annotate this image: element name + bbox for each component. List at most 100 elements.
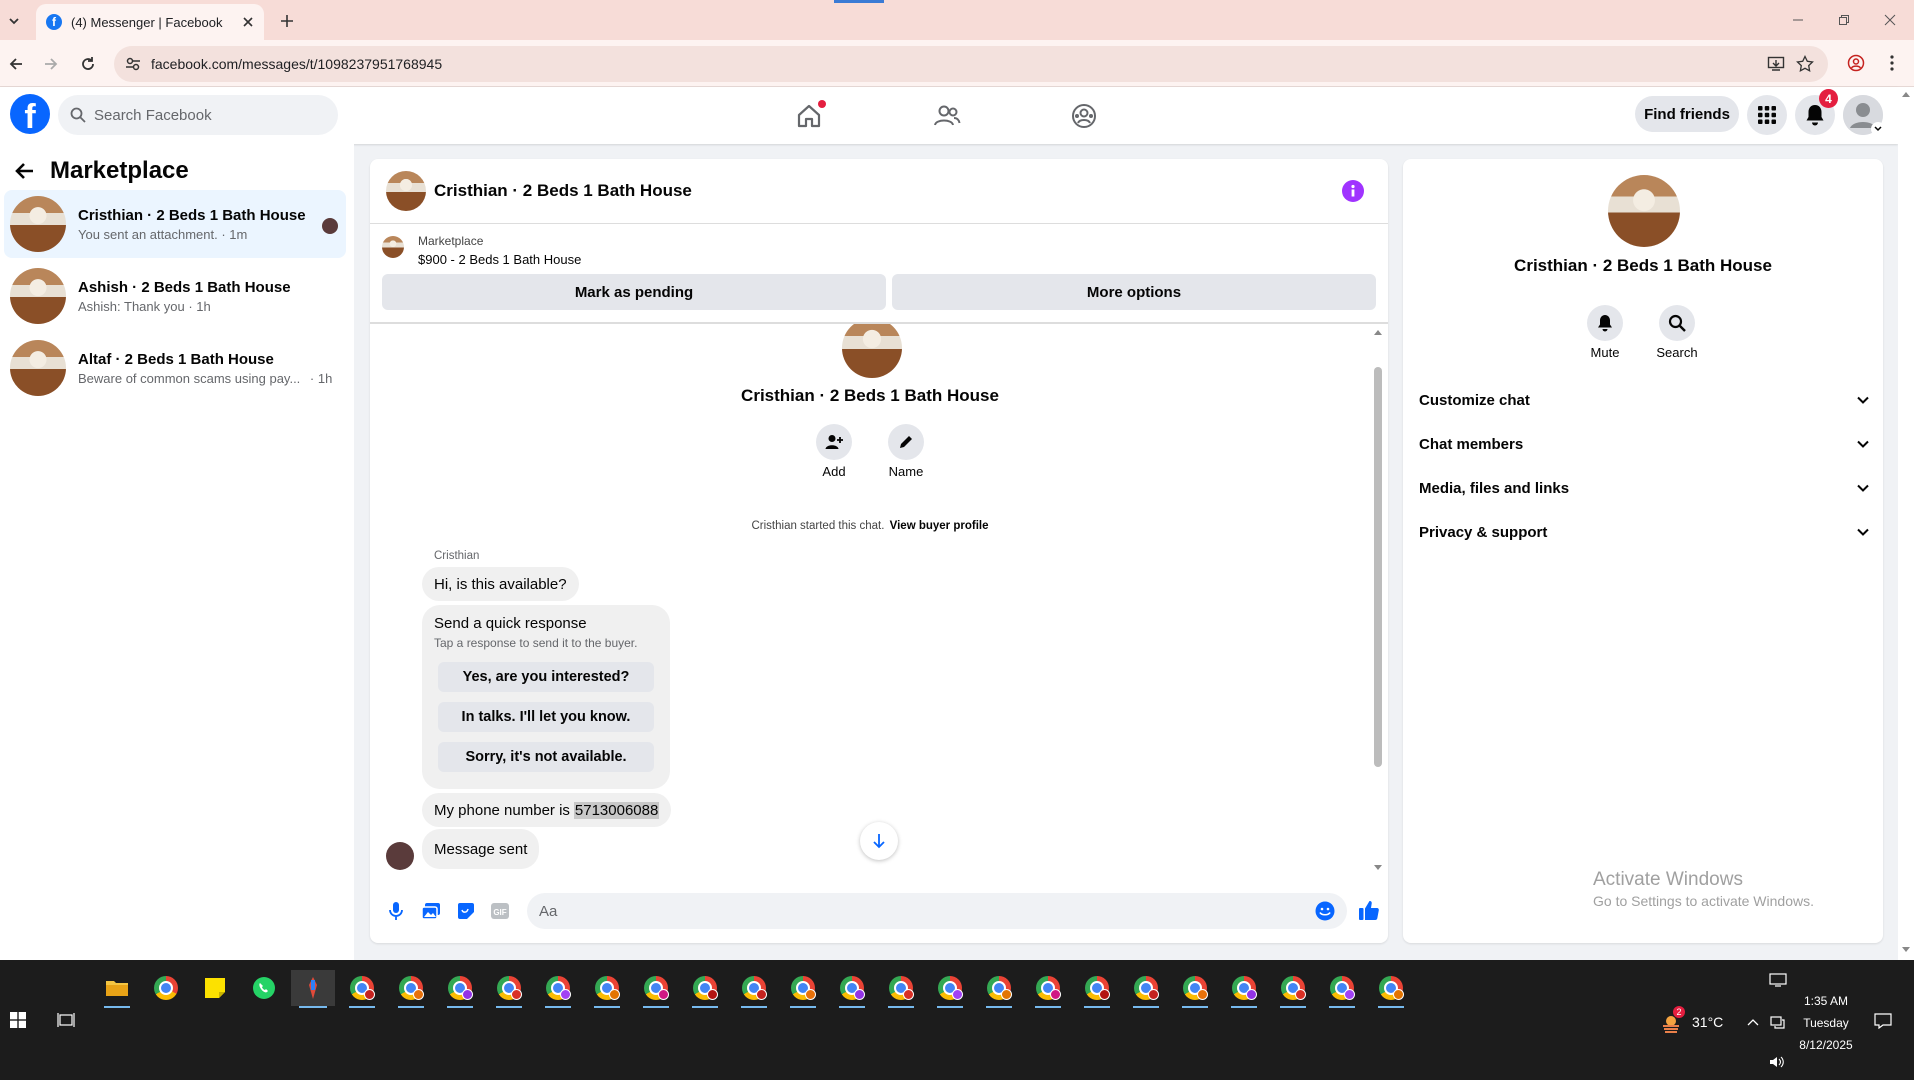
gif-button[interactable]: GIF — [486, 897, 514, 925]
restore-window-button[interactable] — [1832, 8, 1856, 32]
scrollbar-thumb[interactable] — [1374, 367, 1382, 767]
scroll-down-icon[interactable] — [1374, 865, 1382, 871]
send-like-button[interactable] — [1354, 895, 1384, 925]
chrome-profile-window[interactable] — [688, 970, 722, 1008]
chrome-profile-window[interactable] — [835, 970, 869, 1008]
profile-button[interactable] — [1844, 51, 1868, 75]
groups-nav-button[interactable] — [1064, 96, 1104, 136]
message-bubble[interactable]: Hi, is this available? — [422, 567, 579, 601]
more-options-button[interactable]: More options — [892, 274, 1376, 310]
file-explorer-app[interactable] — [100, 970, 134, 1008]
browser-menu-button[interactable] — [1880, 51, 1904, 75]
bookmark-star-icon[interactable] — [1796, 55, 1814, 73]
conversation-info-button[interactable] — [1342, 180, 1364, 202]
message-bubble[interactable]: Message sent — [422, 829, 540, 869]
sticker-button[interactable] — [452, 897, 480, 925]
view-buyer-profile-link[interactable]: View buyer profile — [890, 520, 989, 532]
whatsapp-app[interactable] — [247, 970, 281, 1006]
reload-button[interactable] — [76, 52, 100, 76]
chrome-profile-window[interactable] — [1129, 970, 1163, 1008]
clock[interactable]: 1:35 AM Tuesday 8/12/2025 — [1796, 990, 1856, 1056]
chrome-profile-window[interactable] — [590, 970, 624, 1008]
mark-as-pending-button[interactable]: Mark as pending — [382, 274, 886, 310]
temperature-text[interactable]: 31°C — [1692, 1014, 1723, 1030]
facebook-logo-icon[interactable]: f — [10, 94, 50, 134]
message-bubble[interactable]: My phone number is 5713006088 — [422, 793, 672, 827]
listing-thumbnail[interactable] — [382, 236, 404, 258]
chrome-profile-window[interactable] — [933, 970, 967, 1008]
chrome-app[interactable] — [149, 970, 183, 1006]
quick-response-in-talks-button[interactable]: In talks. I'll let you know. — [438, 702, 654, 732]
sticky-notes-app[interactable] — [198, 970, 232, 1006]
chrome-profile-window[interactable] — [1374, 970, 1408, 1008]
thread-cristhian[interactable]: Cristhian · 2 Beds 1 Bath House You sent… — [4, 190, 346, 258]
chrome-profile-window[interactable] — [1080, 970, 1114, 1008]
anydesk-app[interactable] — [291, 970, 335, 1008]
show-hidden-icons-button[interactable] — [1744, 1010, 1762, 1034]
menu-apps-button[interactable] — [1747, 95, 1787, 135]
chrome-profile-window[interactable] — [1031, 970, 1065, 1008]
search-facebook-input[interactable]: Search Facebook — [58, 95, 338, 135]
scroll-down-icon[interactable] — [1902, 947, 1910, 953]
chrome-profile-window[interactable] — [1227, 970, 1261, 1008]
find-friends-button[interactable]: Find friends — [1635, 96, 1739, 132]
chrome-profile-window[interactable] — [639, 970, 673, 1008]
chrome-profile-window[interactable] — [345, 970, 379, 1008]
message-input[interactable]: Aa — [527, 893, 1347, 929]
new-tab-button[interactable] — [276, 10, 298, 32]
edit-name-button[interactable] — [888, 424, 924, 460]
chrome-profile-window[interactable] — [786, 970, 820, 1008]
quick-response-not-available-button[interactable]: Sorry, it's not available. — [438, 742, 654, 772]
attach-photo-button[interactable] — [417, 897, 445, 925]
page-scrollbar[interactable] — [1898, 87, 1914, 960]
minimize-window-button[interactable] — [1786, 8, 1810, 32]
thread-altaf[interactable]: Altaf · 2 Beds 1 Bath House Beware of co… — [4, 334, 346, 402]
tab-search-button[interactable] — [2, 10, 26, 32]
chrome-profile-window[interactable] — [982, 970, 1016, 1008]
add-people-button[interactable] — [816, 424, 852, 460]
task-view-button[interactable] — [54, 1008, 78, 1032]
chat-members-section[interactable]: Chat members — [1419, 426, 1869, 462]
chrome-profile-window[interactable] — [443, 970, 477, 1008]
conversation-title[interactable]: Cristhian · 2 Beds 1 Bath House — [434, 181, 692, 201]
address-bar[interactable]: facebook.com/messages/t/1098237951768945 — [114, 46, 1828, 82]
forward-button[interactable] — [39, 52, 63, 76]
friends-nav-button[interactable] — [927, 96, 967, 136]
details-avatar[interactable] — [1608, 175, 1680, 247]
chrome-profile-window[interactable] — [394, 970, 428, 1008]
chrome-profile-window[interactable] — [1276, 970, 1310, 1008]
start-button[interactable] — [6, 1008, 30, 1032]
mute-button[interactable] — [1587, 305, 1623, 341]
network-tray-button[interactable] — [1766, 1010, 1788, 1034]
chrome-profile-window[interactable] — [884, 970, 918, 1008]
back-to-chats-button[interactable] — [12, 158, 38, 184]
listing-summary[interactable]: $900 - 2 Beds 1 Bath House — [418, 252, 581, 267]
chrome-profile-window[interactable] — [1178, 970, 1212, 1008]
action-center-button[interactable] — [1870, 1008, 1896, 1034]
voice-clip-button[interactable] — [382, 897, 410, 925]
home-nav-button[interactable] — [789, 96, 829, 136]
notifications-button[interactable]: 4 — [1795, 89, 1838, 135]
media-files-links-section[interactable]: Media, files and links — [1419, 470, 1869, 506]
scroll-up-icon[interactable] — [1374, 329, 1382, 335]
chrome-profile-window[interactable] — [492, 970, 526, 1008]
chrome-profile-window[interactable] — [1325, 970, 1359, 1008]
scroll-to-bottom-button[interactable] — [860, 822, 898, 860]
display-tray-button[interactable] — [1766, 968, 1790, 992]
chrome-profile-window[interactable] — [541, 970, 575, 1008]
install-app-icon[interactable] — [1767, 55, 1785, 73]
account-button[interactable] — [1843, 95, 1885, 136]
back-button[interactable] — [4, 52, 28, 76]
weather-widget-icon[interactable]: 2 — [1660, 1006, 1685, 1034]
site-info-icon[interactable] — [125, 56, 141, 72]
close-tab-icon[interactable] — [242, 16, 254, 28]
quick-response-yes-button[interactable]: Yes, are you interested? — [438, 662, 654, 692]
browser-tab-messenger[interactable]: f (4) Messenger | Facebook — [36, 4, 264, 40]
privacy-support-section[interactable]: Privacy & support — [1419, 514, 1869, 550]
emoji-icon[interactable] — [1315, 901, 1335, 921]
close-window-button[interactable] — [1878, 8, 1902, 32]
customize-chat-section[interactable]: Customize chat — [1419, 382, 1869, 418]
message-scrollbar[interactable] — [1372, 327, 1384, 874]
search-in-conversation-button[interactable] — [1659, 305, 1695, 341]
volume-tray-button[interactable] — [1766, 1050, 1788, 1074]
